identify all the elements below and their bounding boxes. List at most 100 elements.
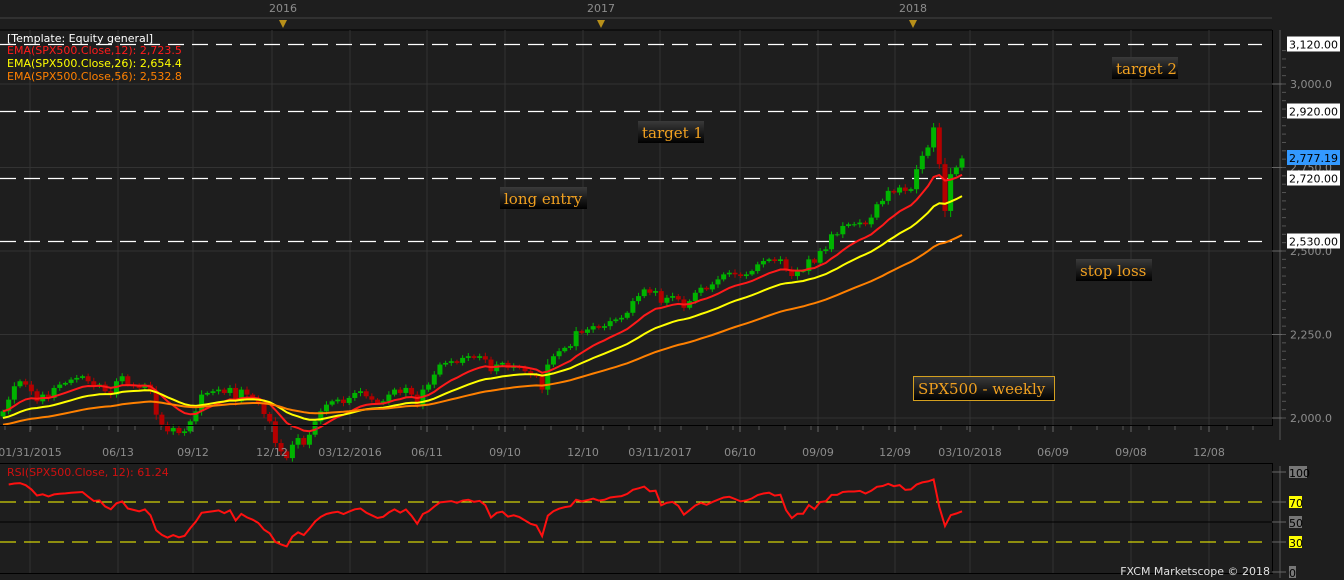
candle-body	[306, 434, 312, 445]
candle-body	[499, 362, 505, 365]
candle-body	[636, 296, 642, 302]
candle-body	[840, 225, 846, 235]
candle-body	[85, 376, 91, 382]
candle-body	[880, 200, 886, 205]
candle-body	[811, 259, 817, 263]
candle-body	[28, 384, 34, 392]
candle-body	[227, 387, 233, 393]
candle-body	[335, 399, 341, 402]
candle-body	[664, 297, 670, 303]
x-tick-label: 09/10	[489, 446, 521, 459]
candle-body	[704, 287, 710, 290]
candle-body	[562, 347, 568, 352]
year-label: 2018	[899, 2, 927, 15]
candle-body	[550, 356, 556, 365]
x-tick-label: 06/09	[1037, 446, 1069, 459]
annotation-text: target 2	[1116, 60, 1177, 78]
annotation-target-2[interactable]: target 2	[1112, 57, 1178, 79]
candle-body	[567, 346, 573, 348]
candle-body	[897, 187, 903, 193]
candle-body	[79, 376, 85, 378]
candle-body	[340, 399, 346, 403]
candle-body	[834, 234, 840, 236]
candle-body	[919, 155, 925, 170]
x-tick-label: 06/13	[102, 446, 134, 459]
candle-body	[732, 272, 738, 275]
candle-body	[857, 222, 863, 225]
annotation-long-entry[interactable]: long entry	[500, 187, 587, 209]
candle-body	[851, 224, 857, 226]
x-tick-label: 06/10	[724, 446, 756, 459]
x-tick-label: 09/08	[1115, 446, 1147, 459]
footer-copyright: FXCM Marketscope © 2018	[1120, 565, 1270, 578]
candle-body	[23, 381, 29, 385]
candle-body	[556, 351, 562, 357]
candle-body	[743, 274, 749, 277]
x-tick-label: 03/10/2018	[938, 446, 1001, 459]
candle-body	[295, 438, 301, 445]
candle-body	[891, 190, 897, 193]
candle-body	[783, 259, 789, 270]
candle-body	[579, 331, 585, 333]
candle-body	[392, 389, 398, 395]
rsi-label: RSI(SPX500.Close, 12): 61.24	[7, 466, 169, 479]
candle-body	[539, 376, 545, 390]
candle-body	[267, 413, 273, 422]
candle-body	[590, 326, 596, 330]
candle-body	[397, 389, 403, 393]
legend-ema26: EMA(SPX500.Close,26): 2,654.4	[7, 57, 182, 70]
candle-body	[482, 356, 488, 360]
candle-body	[885, 190, 891, 201]
rsi-tick-label: 70	[1289, 497, 1303, 510]
candle-body	[159, 414, 165, 425]
candle-body	[448, 361, 454, 363]
candle-body	[216, 389, 222, 392]
level-label: 2,530.00	[1289, 236, 1338, 249]
candle-body	[709, 284, 715, 290]
candle-body	[488, 359, 494, 372]
candle-body	[766, 259, 772, 262]
x-tick-label: 06/11	[411, 446, 443, 459]
candle-body	[936, 127, 942, 165]
candle-body	[210, 391, 216, 393]
price-chart[interactable]: 2016 2017 2018 2,000.02,250.02,500.02,750.…	[0, 0, 1344, 580]
candle-body	[182, 431, 188, 434]
candle-body	[641, 289, 647, 297]
candle-body	[726, 272, 732, 275]
candle-body	[715, 279, 721, 285]
candle-body	[199, 394, 205, 412]
candle-body	[289, 444, 295, 459]
candle-body	[477, 356, 483, 358]
chart-title: SPX500 - weekly	[918, 380, 1046, 398]
candle-body	[670, 296, 676, 298]
candle-body	[874, 204, 880, 218]
annotation-text: stop loss	[1080, 262, 1146, 280]
candle-body	[630, 301, 636, 313]
candle-body	[369, 396, 375, 400]
candle-body	[0, 411, 6, 417]
candle-body	[675, 296, 681, 300]
candle-body	[437, 364, 443, 375]
chart-title-box[interactable]: SPX500 - weekly	[913, 376, 1055, 401]
annotation-target-1[interactable]: target 1	[638, 121, 704, 143]
candle-body	[357, 391, 363, 393]
annotation-stop-loss[interactable]: stop loss	[1076, 259, 1152, 281]
y-tick-label: 2,000.0	[1290, 412, 1332, 425]
candle-body	[426, 384, 432, 390]
candle-body	[74, 377, 80, 380]
candle-body	[346, 397, 352, 403]
candle-body	[602, 326, 608, 328]
candle-body	[647, 289, 653, 293]
candle-body	[187, 421, 193, 432]
candle-body	[902, 187, 908, 191]
x-tick-label: 09/12	[177, 446, 209, 459]
candle-body	[272, 421, 278, 444]
candle-body	[925, 147, 931, 156]
candle-body	[57, 384, 63, 388]
candle-body	[471, 356, 477, 358]
annotation-text: target 1	[642, 124, 703, 142]
legend-ema12: EMA(SPX500.Close,12): 2,723.5	[7, 44, 182, 57]
x-tick-label: 12/08	[1193, 446, 1225, 459]
candle-body	[329, 401, 335, 405]
candle-body	[176, 428, 182, 434]
